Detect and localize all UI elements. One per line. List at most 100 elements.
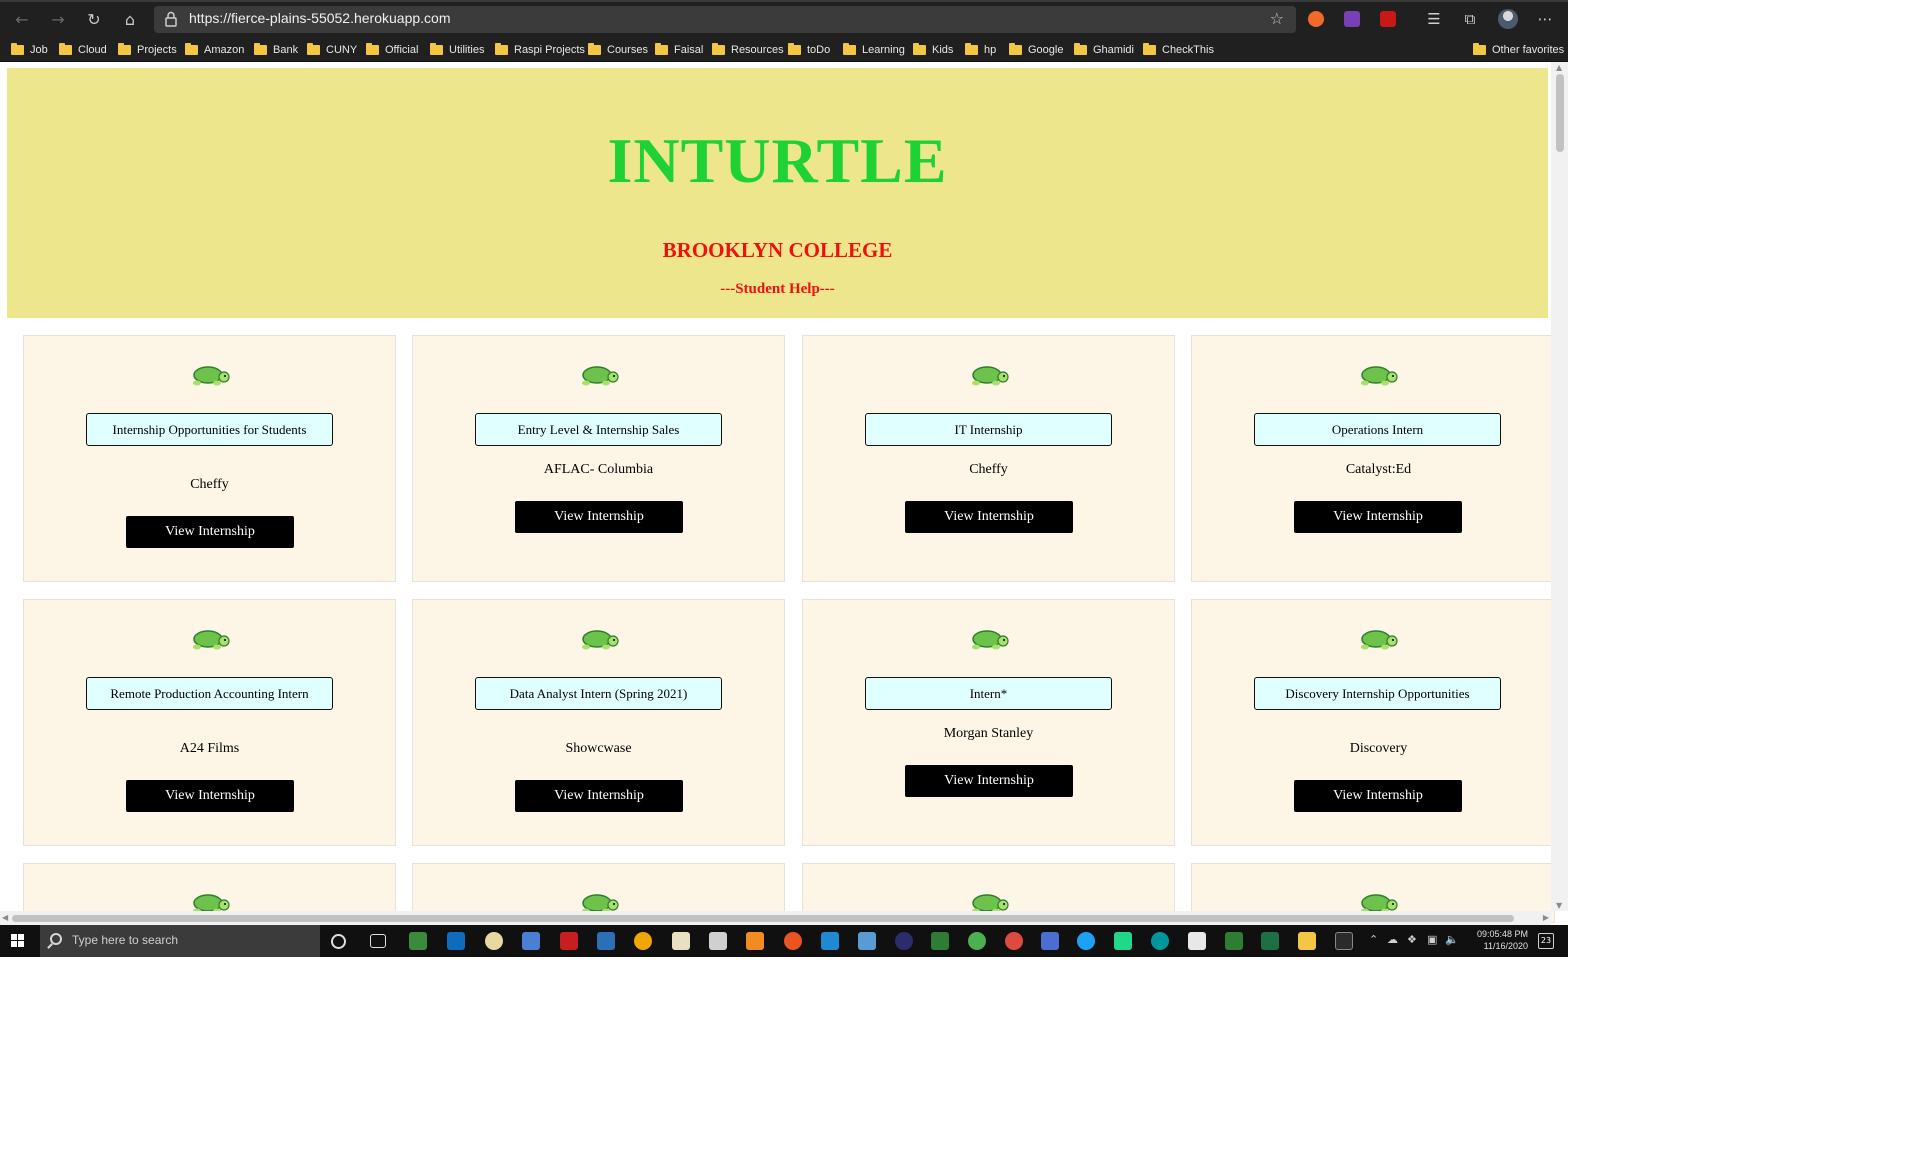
bookmark-folder[interactable]: Ghamidi	[1074, 41, 1134, 59]
refresh-icon[interactable]: ↻	[83, 9, 105, 31]
turtle-icon	[972, 366, 1009, 386]
chrome-icon[interactable]	[1005, 932, 1023, 950]
file-explorer-icon[interactable]	[1298, 932, 1316, 950]
app-icon[interactable]	[968, 932, 986, 950]
view-internship-button[interactable]: View Internship	[905, 765, 1073, 797]
cortana-icon[interactable]	[331, 934, 346, 949]
home-icon[interactable]: ⌂	[119, 9, 141, 31]
app-icon[interactable]	[634, 932, 652, 950]
dropbox-icon[interactable]: ❖	[1407, 933, 1417, 946]
forward-icon[interactable]: →	[47, 9, 69, 31]
folder-icon	[430, 43, 443, 55]
internship-card: IT Internship Cheffy View Internship	[802, 335, 1175, 582]
vscode-icon[interactable]	[821, 932, 839, 950]
bookmark-folder[interactable]: Resources	[712, 41, 784, 59]
bookmark-folder[interactable]: Google	[1009, 41, 1063, 59]
slack-icon[interactable]	[1188, 932, 1206, 950]
horizontal-scrollbar[interactable]: ◀ ▶	[0, 911, 1551, 925]
view-internship-button[interactable]: View Internship	[126, 516, 294, 548]
terminal-icon[interactable]	[1335, 932, 1353, 950]
chevron-up-icon[interactable]: ⌃	[1369, 933, 1378, 946]
more-menu-icon[interactable]: ⋯	[1536, 10, 1554, 28]
edge-icon[interactable]	[1077, 932, 1095, 950]
onedrive-icon[interactable]: ☁	[1387, 933, 1398, 946]
onenote-icon[interactable]	[1344, 11, 1360, 27]
address-bar[interactable]: https://fierce-plains-55052.herokuapp.co…	[154, 6, 1296, 33]
sublime-icon[interactable]	[746, 932, 764, 950]
company-name: Catalyst:Ed	[1345, 462, 1412, 477]
app-icon[interactable]	[672, 932, 690, 950]
other-favorites-folder[interactable]: Other favorites	[1473, 41, 1564, 59]
network-icon[interactable]: ▣	[1427, 933, 1437, 946]
folder-icon	[655, 43, 668, 55]
arduino-icon[interactable]	[1151, 932, 1169, 950]
view-internship-button[interactable]: View Internship	[905, 501, 1073, 533]
turtle-icon	[193, 630, 230, 650]
scroll-right-icon[interactable]: ▶	[1543, 913, 1549, 922]
job-title: Remote Production Accounting Intern	[86, 677, 333, 710]
app-icon[interactable]	[931, 932, 949, 950]
profile-avatar[interactable]	[1498, 9, 1518, 29]
excel-icon[interactable]	[1261, 932, 1279, 950]
bookmark-folder[interactable]: Faisal	[655, 41, 703, 59]
bookmark-folder[interactable]: CheckThis	[1143, 41, 1214, 59]
bookmark-folder[interactable]: Job	[11, 41, 48, 59]
bookmark-folder[interactable]: Official	[366, 41, 418, 59]
bookmark-folder[interactable]: Cloud	[59, 41, 107, 59]
bookmark-folder[interactable]: hp	[965, 41, 996, 59]
url-text[interactable]: https://fierce-plains-55052.herokuapp.co…	[189, 10, 450, 26]
bookmark-folder[interactable]: Utilities	[430, 41, 484, 59]
view-internship-button[interactable]: View Internship	[515, 501, 683, 533]
filezilla-icon[interactable]	[560, 932, 578, 950]
bookmark-folder[interactable]: Amazon	[185, 41, 244, 59]
company-name: Showcwase	[565, 741, 632, 756]
outlook-icon[interactable]	[447, 932, 465, 950]
extension-icon[interactable]	[1308, 11, 1324, 27]
folder-icon	[788, 43, 801, 55]
company-name: Cheffy	[969, 462, 1008, 477]
folder-icon	[118, 43, 131, 55]
virtualbox-icon[interactable]	[709, 932, 727, 950]
ubuntu-icon[interactable]	[784, 932, 802, 950]
bookmark-folder[interactable]: Bank	[254, 41, 298, 59]
scrollbar-thumb[interactable]	[12, 915, 1514, 922]
eclipse-icon[interactable]	[895, 932, 913, 950]
pycharm-icon[interactable]	[1114, 932, 1132, 950]
view-internship-button[interactable]: View Internship	[515, 780, 683, 812]
back-icon[interactable]: ←	[11, 9, 33, 31]
app-icon[interactable]	[522, 932, 540, 950]
taskbar-search[interactable]: Type here to search	[40, 925, 320, 957]
view-internship-button[interactable]: View Internship	[1294, 501, 1462, 533]
pdf-icon[interactable]	[1380, 11, 1396, 27]
app-icon[interactable]	[485, 932, 503, 950]
vertical-scrollbar[interactable]: ▲ ▼	[1551, 62, 1568, 911]
scroll-left-icon[interactable]: ◀	[2, 913, 8, 922]
app-icon[interactable]	[1041, 932, 1059, 950]
folder-icon	[1473, 43, 1486, 55]
bookmark-folder[interactable]: Courses	[588, 41, 648, 59]
page-viewport: INTURTLE BROOKLYN COLLEGE ---Student Hel…	[0, 62, 1568, 925]
collections-icon[interactable]: ⧉	[1461, 10, 1479, 28]
bookmark-folder[interactable]: Kids	[913, 41, 953, 59]
task-view-icon[interactable]	[370, 934, 386, 948]
system-clock[interactable]: 09:05:48 PM 11/16/2020	[1456, 928, 1528, 952]
bookmark-folder[interactable]: CUNY	[307, 41, 357, 59]
app-icon[interactable]	[597, 932, 615, 950]
bookmark-folder[interactable]: toDo	[788, 41, 830, 59]
bookmark-folder[interactable]: Raspi Projects	[495, 41, 585, 59]
view-internship-button[interactable]: View Internship	[126, 780, 294, 812]
bookmark-folder[interactable]: Learning	[843, 41, 905, 59]
windows-start-icon[interactable]	[11, 934, 25, 948]
app-icon[interactable]	[409, 932, 427, 950]
notification-center-icon[interactable]: 23	[1538, 933, 1554, 949]
scrollbar-thumb[interactable]	[1556, 74, 1564, 152]
app-icon[interactable]	[1225, 932, 1243, 950]
app-icon[interactable]	[858, 932, 876, 950]
scroll-down-icon[interactable]: ▼	[1556, 901, 1562, 910]
favorite-star-icon[interactable]: ☆	[1270, 9, 1284, 28]
bookmark-folder[interactable]: Projects	[118, 41, 177, 59]
view-internship-button[interactable]: View Internship	[1294, 780, 1462, 812]
turtle-icon	[582, 366, 619, 386]
favorites-icon[interactable]: ☰	[1425, 10, 1443, 28]
scroll-up-icon[interactable]: ▲	[1556, 63, 1562, 72]
